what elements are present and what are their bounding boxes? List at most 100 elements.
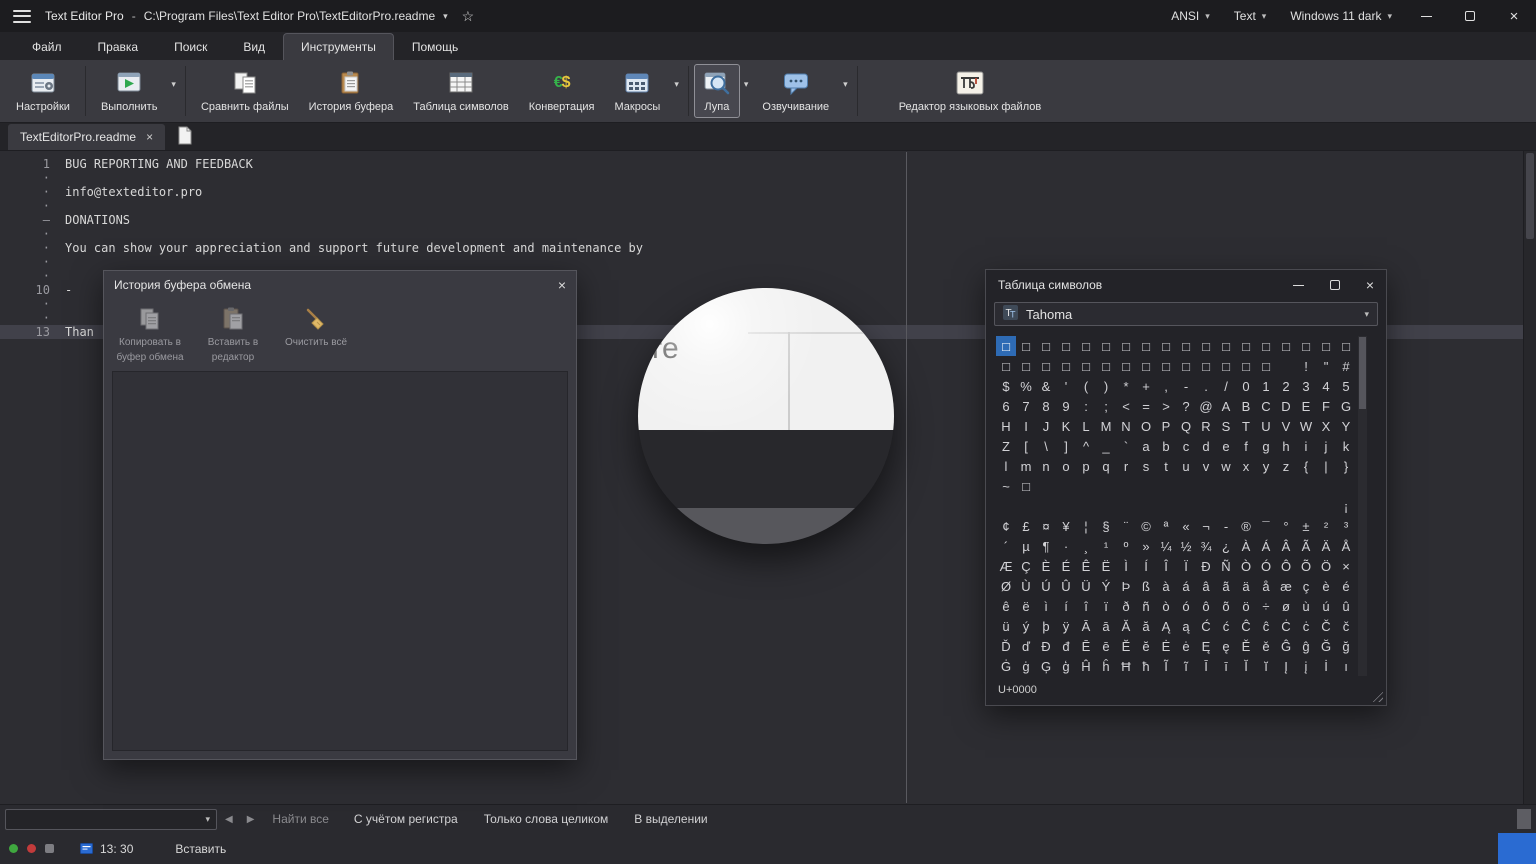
maximize-icon[interactable]: [1329, 280, 1340, 290]
char-cell[interactable]: ¤: [1036, 516, 1056, 536]
char-cell[interactable]: à: [1156, 576, 1176, 596]
char-cell[interactable]: ö: [1236, 596, 1256, 616]
char-cell[interactable]: -: [1216, 516, 1236, 536]
char-cell[interactable]: Ô: [1276, 556, 1296, 576]
char-cell[interactable]: ×: [1336, 556, 1356, 576]
char-cell[interactable]: Û: [1056, 576, 1076, 596]
char-cell[interactable]: <: [1116, 396, 1136, 416]
char-cell[interactable]: C: [1256, 396, 1276, 416]
char-cell[interactable]: ú: [1316, 596, 1336, 616]
char-cell[interactable]: õ: [1216, 596, 1236, 616]
char-cell[interactable]: ğ: [1336, 636, 1356, 656]
char-cell[interactable]: 7: [1016, 396, 1036, 416]
char-cell[interactable]: ë: [1016, 596, 1036, 616]
char-cell[interactable]: [1056, 496, 1076, 516]
char-cell[interactable]: □: [1036, 336, 1056, 356]
char-cell[interactable]: Á: [1256, 536, 1276, 556]
char-cell[interactable]: [1196, 476, 1216, 496]
char-cell[interactable]: â: [1196, 576, 1216, 596]
scrollbar-thumb[interactable]: [1359, 337, 1366, 409]
char-cell[interactable]: °: [1276, 516, 1296, 536]
char-cell[interactable]: ā: [1096, 616, 1116, 636]
char-cell[interactable]: ģ: [1056, 656, 1076, 676]
char-cell[interactable]: Ĕ: [1116, 636, 1136, 656]
char-cell[interactable]: U: [1256, 416, 1276, 436]
char-cell[interactable]: Ø: [996, 576, 1016, 596]
minimize-icon[interactable]: [1292, 284, 1304, 286]
char-cell[interactable]: ċ: [1296, 616, 1316, 636]
toolbar-dropdown-run[interactable]: ▾: [167, 77, 180, 92]
char-cell[interactable]: Ĉ: [1236, 616, 1256, 636]
char-cell[interactable]: 2: [1276, 376, 1296, 396]
toolbar-button-macros[interactable]: Макросы: [604, 64, 670, 118]
search-bar-corner-button[interactable]: [1517, 809, 1531, 829]
char-cell[interactable]: »: [1136, 536, 1156, 556]
char-cell[interactable]: 0: [1236, 376, 1256, 396]
char-cell[interactable]: Ï: [1176, 556, 1196, 576]
char-cell[interactable]: D: [1276, 396, 1296, 416]
char-cell[interactable]: [1116, 496, 1136, 516]
char-cell[interactable]: Ý: [1096, 576, 1116, 596]
char-cell[interactable]: 9: [1056, 396, 1076, 416]
char-cell[interactable]: [1116, 476, 1136, 496]
char-cell[interactable]: ÿ: [1056, 616, 1076, 636]
char-cell[interactable]: ø: [1276, 596, 1296, 616]
char-cell[interactable]: Č: [1316, 616, 1336, 636]
char-cell[interactable]: c: [1176, 436, 1196, 456]
char-cell[interactable]: Õ: [1296, 556, 1316, 576]
char-cell[interactable]: [996, 496, 1016, 516]
char-cell[interactable]: ß: [1136, 576, 1156, 596]
char-cell[interactable]: ½: [1176, 536, 1196, 556]
find-next-button[interactable]: ▶: [241, 811, 261, 828]
char-cell[interactable]: *: [1116, 376, 1136, 396]
char-cell[interactable]: z: [1276, 456, 1296, 476]
char-cell[interactable]: Ü: [1076, 576, 1096, 596]
char-cell[interactable]: [: [1016, 436, 1036, 456]
char-cell[interactable]: [1136, 476, 1156, 496]
char-cell[interactable]: [1176, 476, 1196, 496]
new-document-tab[interactable]: [165, 123, 205, 150]
char-cell[interactable]: □: [1156, 336, 1176, 356]
toolbar-button-char-table[interactable]: Таблица символов: [403, 64, 519, 118]
char-cell[interactable]: Ą: [1156, 616, 1176, 636]
char-cell[interactable]: [1076, 476, 1096, 496]
char-cell[interactable]: ®: [1236, 516, 1256, 536]
char-cell[interactable]: T: [1236, 416, 1256, 436]
char-cell[interactable]: Ñ: [1216, 556, 1236, 576]
char-cell[interactable]: V: [1276, 416, 1296, 436]
char-cell[interactable]: h: [1276, 436, 1296, 456]
close-icon[interactable]: ×: [558, 277, 566, 293]
maximize-button[interactable]: [1448, 0, 1492, 32]
char-cell[interactable]: [1276, 496, 1296, 516]
char-cell[interactable]: Ë: [1096, 556, 1116, 576]
char-cell[interactable]: :: [1076, 396, 1096, 416]
char-cell[interactable]: G: [1336, 396, 1356, 416]
char-cell[interactable]: Đ: [1036, 636, 1056, 656]
char-cell[interactable]: □: [1016, 336, 1036, 356]
char-cell[interactable]: ¥: [1056, 516, 1076, 536]
char-cell[interactable]: ": [1316, 356, 1336, 376]
encoding-select[interactable]: ANSI ▾: [1159, 0, 1222, 32]
char-cell[interactable]: é: [1336, 576, 1356, 596]
char-cell[interactable]: ©: [1136, 516, 1156, 536]
char-cell[interactable]: Í: [1136, 556, 1156, 576]
char-cell[interactable]: ĥ: [1096, 656, 1116, 676]
magnifier-lens[interactable]: re: [638, 288, 894, 544]
char-cell[interactable]: ¾: [1196, 536, 1216, 556]
char-cell[interactable]: }: [1336, 456, 1356, 476]
char-cell[interactable]: 3: [1296, 376, 1316, 396]
char-cell[interactable]: #: [1336, 356, 1356, 376]
char-cell[interactable]: Ò: [1236, 556, 1256, 576]
char-cell[interactable]: Ù: [1016, 576, 1036, 596]
editor-line-1[interactable]: 1 BUG REPORTING AND FEEDBACK: [0, 157, 1536, 171]
char-cell[interactable]: i: [1296, 436, 1316, 456]
char-cell[interactable]: ĕ: [1136, 636, 1156, 656]
char-cell[interactable]: Ģ: [1036, 656, 1056, 676]
char-cell[interactable]: n: [1036, 456, 1056, 476]
char-cell[interactable]: s: [1136, 456, 1156, 476]
char-cell[interactable]: [1056, 476, 1076, 496]
char-cell[interactable]: ē: [1096, 636, 1116, 656]
char-cell[interactable]: g: [1256, 436, 1276, 456]
char-cell[interactable]: ~: [996, 476, 1016, 496]
char-cell[interactable]: ė: [1176, 636, 1196, 656]
